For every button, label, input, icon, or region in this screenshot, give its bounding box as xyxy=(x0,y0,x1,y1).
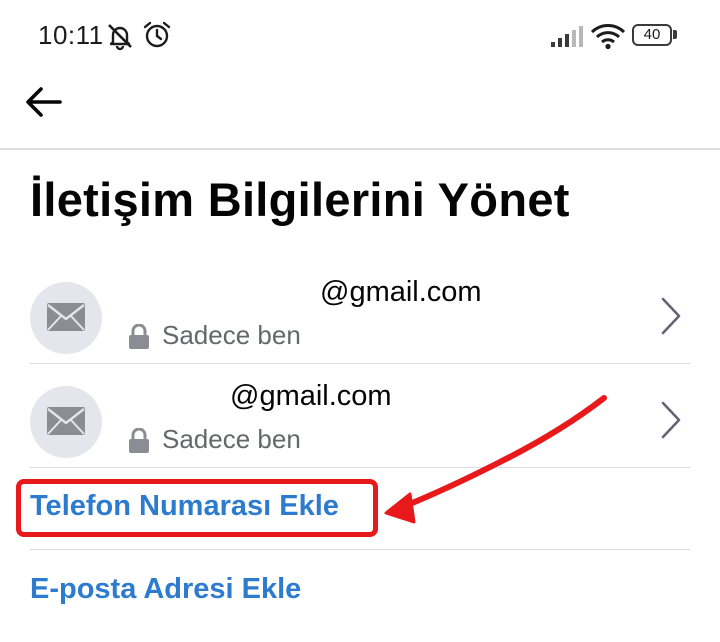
battery-tip xyxy=(673,30,677,39)
privacy-label: Sadece ben xyxy=(162,320,301,350)
header-divider xyxy=(0,148,720,150)
status-bar: 10:11 40 xyxy=(0,0,720,70)
page-title: İletişim Bilgilerini Yönet xyxy=(30,173,570,226)
status-time: 10:11 xyxy=(38,20,104,50)
privacy-label: Sadece ben xyxy=(162,424,301,454)
contact-avatar xyxy=(30,282,102,354)
wifi-icon xyxy=(590,24,626,50)
back-button[interactable] xyxy=(20,78,68,126)
contact-avatar xyxy=(30,386,102,458)
add-email-address-link[interactable]: E-posta Adresi Ekle xyxy=(30,573,301,606)
contact-email: @gmail.com xyxy=(230,380,392,412)
lock-icon xyxy=(129,324,149,349)
envelope-icon xyxy=(47,407,85,435)
contact-email: @gmail.com xyxy=(320,276,482,308)
row-divider xyxy=(30,549,690,550)
chevron-right-icon xyxy=(661,401,681,439)
contact-row-email-2[interactable]: @gmail.com Sadece ben xyxy=(0,376,720,478)
annotation-highlight-box xyxy=(16,479,378,537)
notifications-muted-icon xyxy=(108,24,132,51)
battery-level: 40 xyxy=(643,26,661,43)
chevron-right-icon xyxy=(661,297,681,335)
battery-icon: 40 xyxy=(632,24,672,46)
row-divider xyxy=(30,363,690,364)
lock-icon xyxy=(129,428,149,453)
row-divider xyxy=(30,467,690,468)
signal-icon xyxy=(551,26,583,47)
alarm-icon xyxy=(143,21,171,48)
envelope-icon xyxy=(47,303,85,331)
back-arrow-icon xyxy=(26,87,62,117)
contact-row-email-1[interactable]: @gmail.com Sadece ben xyxy=(0,272,720,374)
